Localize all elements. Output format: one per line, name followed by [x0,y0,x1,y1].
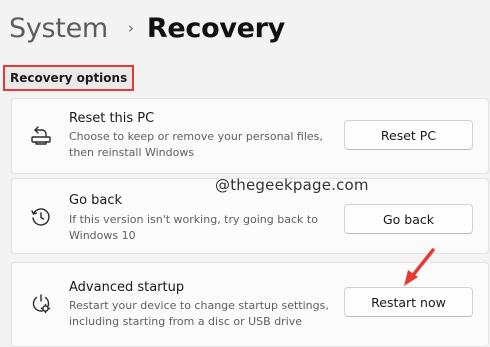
reset-pc-button[interactable]: Reset PC [344,120,473,150]
watermark-text: @thegeekpage.com [215,176,369,194]
reset-this-pc-title: Reset this PC [69,111,155,126]
annotation-arrow-icon [404,248,435,286]
advanced-startup-title: Advanced startup [69,280,185,295]
breadcrumb-parent-system[interactable]: System [9,13,108,44]
go-back-title: Go back [69,193,123,208]
breadcrumb: System › Recovery [9,6,285,50]
advanced-startup-description: Restart your device to change startup se… [69,299,329,328]
reset-this-pc-card: Reset this PC Choose to keep or remove y… [11,98,489,174]
reset-this-pc-description: Choose to keep or remove your personal f… [69,130,323,159]
section-heading-recovery-options: Recovery options [3,65,135,91]
go-back-button[interactable]: Go back [344,204,473,234]
restart-now-button[interactable]: Restart now [344,287,473,317]
go-back-history-icon [31,208,50,226]
reset-pc-icon [31,126,51,145]
go-back-description: If this version isn't working, try going… [69,213,318,242]
page-title: Recovery [146,12,285,44]
advanced-startup-power-gear-icon [32,294,51,314]
chevron-right-icon: › [127,19,134,37]
